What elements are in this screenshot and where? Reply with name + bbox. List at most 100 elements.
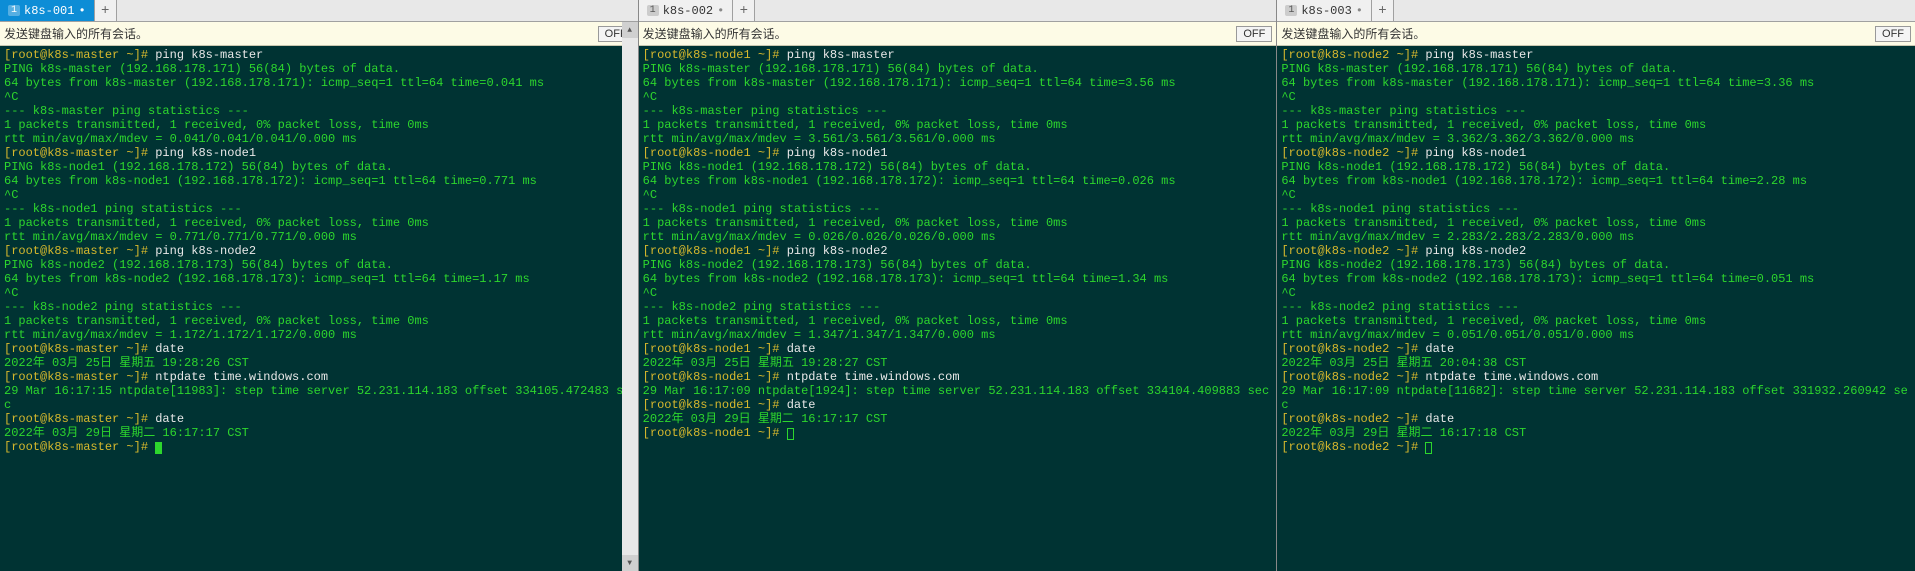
scroll-down-icon[interactable]: ▼	[622, 555, 638, 571]
shell-output: 1 packets transmitted, 1 received, 0% pa…	[643, 216, 1068, 230]
broadcast-off-button[interactable]: OFF	[1236, 26, 1272, 42]
session-tab[interactable]: 1k8s-002•	[639, 0, 734, 21]
terminal-line: PING k8s-node1 (192.168.178.172) 56(84) …	[4, 160, 634, 174]
terminal-line: rtt min/avg/max/mdev = 2.283/2.283/2.283…	[1281, 230, 1911, 244]
shell-output: rtt min/avg/max/mdev = 3.561/3.561/3.561…	[643, 132, 996, 146]
terminal-line: [root@k8s-node1 ~]# ping k8s-master	[643, 48, 1273, 62]
terminal-line: --- k8s-node1 ping statistics ---	[1281, 202, 1911, 216]
tab-title: k8s-002	[663, 4, 713, 18]
terminal-line: [root@k8s-master ~]# ntpdate time.window…	[4, 370, 634, 384]
shell-output: PING k8s-master (192.168.178.171) 56(84)…	[643, 62, 1039, 76]
shell-output: 29 Mar 16:17:15 ntpdate[11983]: step tim…	[4, 384, 631, 412]
shell-output: 64 bytes from k8s-node2 (192.168.178.173…	[4, 272, 530, 286]
tab-bar: 1k8s-003•+	[1277, 0, 1915, 22]
scrollbar[interactable]: ▲▼	[622, 22, 638, 571]
terminal-line: PING k8s-master (192.168.178.171) 56(84)…	[1281, 62, 1911, 76]
shell-command: date	[780, 342, 816, 356]
shell-output: --- k8s-node1 ping statistics ---	[1281, 202, 1519, 216]
terminal-line: [root@k8s-master ~]# date	[4, 342, 634, 356]
terminal-line: [root@k8s-node1 ~]#	[643, 426, 1273, 440]
terminal-line: [root@k8s-node2 ~]# date	[1281, 412, 1911, 426]
terminal-line: --- k8s-node1 ping statistics ---	[643, 202, 1273, 216]
shell-output: rtt min/avg/max/mdev = 0.051/0.051/0.051…	[1281, 328, 1634, 342]
session-tab[interactable]: 1k8s-003•	[1277, 0, 1372, 21]
shell-output: 2022年 03月 25日 星期五 19:28:27 CST	[643, 356, 888, 370]
shell-output: 1 packets transmitted, 1 received, 0% pa…	[1281, 314, 1706, 328]
add-tab-button[interactable]: +	[95, 0, 117, 21]
tab-number: 1	[8, 5, 20, 16]
shell-command: ping k8s-node1	[780, 146, 888, 160]
close-icon[interactable]: •	[78, 4, 85, 18]
close-icon[interactable]: •	[1356, 4, 1363, 18]
terminal-line: ^C	[1281, 286, 1911, 300]
terminal-line: [root@k8s-node1 ~]# date	[643, 342, 1273, 356]
shell-command: ping k8s-master	[780, 48, 895, 62]
shell-output: 1 packets transmitted, 1 received, 0% pa…	[4, 314, 429, 328]
shell-output: rtt min/avg/max/mdev = 0.771/0.771/0.771…	[4, 230, 357, 244]
shell-command	[1418, 440, 1425, 454]
close-icon[interactable]: •	[717, 4, 724, 18]
shell-output: ^C	[4, 286, 18, 300]
terminal-line: --- k8s-master ping statistics ---	[1281, 104, 1911, 118]
shell-output: PING k8s-node1 (192.168.178.172) 56(84) …	[4, 160, 393, 174]
terminal-output[interactable]: [root@k8s-node1 ~]# ping k8s-masterPING …	[639, 46, 1277, 571]
shell-command: ntpdate time.windows.com	[148, 370, 328, 384]
shell-command: ping k8s-node2	[780, 244, 888, 258]
scroll-track[interactable]	[622, 38, 638, 555]
shell-output: 29 Mar 16:17:09 ntpdate[1924]: step time…	[643, 384, 1270, 398]
banner-text: 发送键盘输入的所有会话。	[1281, 25, 1425, 42]
terminal-line: 64 bytes from k8s-node1 (192.168.178.172…	[643, 174, 1273, 188]
shell-output: ^C	[643, 90, 657, 104]
terminal-line: PING k8s-master (192.168.178.171) 56(84)…	[4, 62, 634, 76]
terminal-line: rtt min/avg/max/mdev = 0.771/0.771/0.771…	[4, 230, 634, 244]
terminal-line: 2022年 03月 25日 星期五 19:28:26 CST	[4, 356, 634, 370]
terminal-line: 64 bytes from k8s-node2 (192.168.178.173…	[4, 272, 634, 286]
terminal-line: ^C	[643, 90, 1273, 104]
tab-number: 1	[1285, 5, 1297, 16]
shell-output: --- k8s-node1 ping statistics ---	[643, 202, 881, 216]
terminal-line: PING k8s-node1 (192.168.178.172) 56(84) …	[643, 160, 1273, 174]
shell-output: PING k8s-node2 (192.168.178.173) 56(84) …	[643, 258, 1032, 272]
shell-command: ping k8s-node1	[1418, 146, 1526, 160]
terminal-line: 1 packets transmitted, 1 received, 0% pa…	[4, 314, 634, 328]
add-tab-button[interactable]: +	[733, 0, 755, 21]
tab-title: k8s-001	[24, 4, 74, 18]
terminal-output[interactable]: [root@k8s-master ~]# ping k8s-masterPING…	[0, 46, 638, 571]
shell-prompt: [root@k8s-node2 ~]#	[1281, 146, 1418, 160]
shell-prompt: [root@k8s-node2 ~]#	[1281, 342, 1418, 356]
terminal-line: [root@k8s-node1 ~]# ping k8s-node2	[643, 244, 1273, 258]
shell-output: 64 bytes from k8s-node1 (192.168.178.172…	[643, 174, 1176, 188]
shell-output: --- k8s-master ping statistics ---	[4, 104, 249, 118]
terminal-line: [root@k8s-node2 ~]# ping k8s-node2	[1281, 244, 1911, 258]
shell-output: ^C	[1281, 90, 1295, 104]
shell-command: ping k8s-master	[1418, 48, 1533, 62]
terminal-line: 2022年 03月 25日 星期五 20:04:38 CST	[1281, 356, 1911, 370]
shell-prompt: [root@k8s-master ~]#	[4, 48, 148, 62]
shell-prompt: [root@k8s-node1 ~]#	[643, 244, 780, 258]
terminal-line: 64 bytes from k8s-node2 (192.168.178.173…	[1281, 272, 1911, 286]
terminal-line: 1 packets transmitted, 1 received, 0% pa…	[4, 216, 634, 230]
terminal-line: 64 bytes from k8s-master (192.168.178.17…	[4, 76, 634, 90]
terminal-output[interactable]: [root@k8s-node2 ~]# ping k8s-masterPING …	[1277, 46, 1915, 571]
terminal-line: PING k8s-node2 (192.168.178.173) 56(84) …	[1281, 258, 1911, 272]
add-tab-button[interactable]: +	[1372, 0, 1394, 21]
terminal-line: --- k8s-node2 ping statistics ---	[4, 300, 634, 314]
shell-prompt: [root@k8s-node2 ~]#	[1281, 440, 1418, 454]
shell-output: ^C	[4, 188, 18, 202]
broadcast-banner: 发送键盘输入的所有会话。 OFF	[639, 22, 1277, 46]
shell-output: 1 packets transmitted, 1 received, 0% pa…	[643, 314, 1068, 328]
cursor-icon	[155, 442, 162, 454]
terminal-line: 29 Mar 16:17:15 ntpdate[11983]: step tim…	[4, 384, 634, 412]
terminal-line: 1 packets transmitted, 1 received, 0% pa…	[1281, 118, 1911, 132]
terminal-line: rtt min/avg/max/mdev = 3.362/3.362/3.362…	[1281, 132, 1911, 146]
broadcast-off-button[interactable]: OFF	[1875, 26, 1911, 42]
session-tab[interactable]: 1 k8s-001 •	[0, 0, 95, 21]
tab-bar: 1 k8s-001 • +	[0, 0, 638, 22]
shell-output: 1 packets transmitted, 1 received, 0% pa…	[4, 118, 429, 132]
scroll-up-icon[interactable]: ▲	[622, 22, 638, 38]
shell-output: 1 packets transmitted, 1 received, 0% pa…	[1281, 216, 1706, 230]
banner-text: 发送键盘输入的所有会话。	[643, 25, 787, 42]
shell-output: 64 bytes from k8s-node1 (192.168.178.172…	[1281, 174, 1807, 188]
terminal-line: 64 bytes from k8s-node1 (192.168.178.172…	[4, 174, 634, 188]
terminal-line: 64 bytes from k8s-node1 (192.168.178.172…	[1281, 174, 1911, 188]
